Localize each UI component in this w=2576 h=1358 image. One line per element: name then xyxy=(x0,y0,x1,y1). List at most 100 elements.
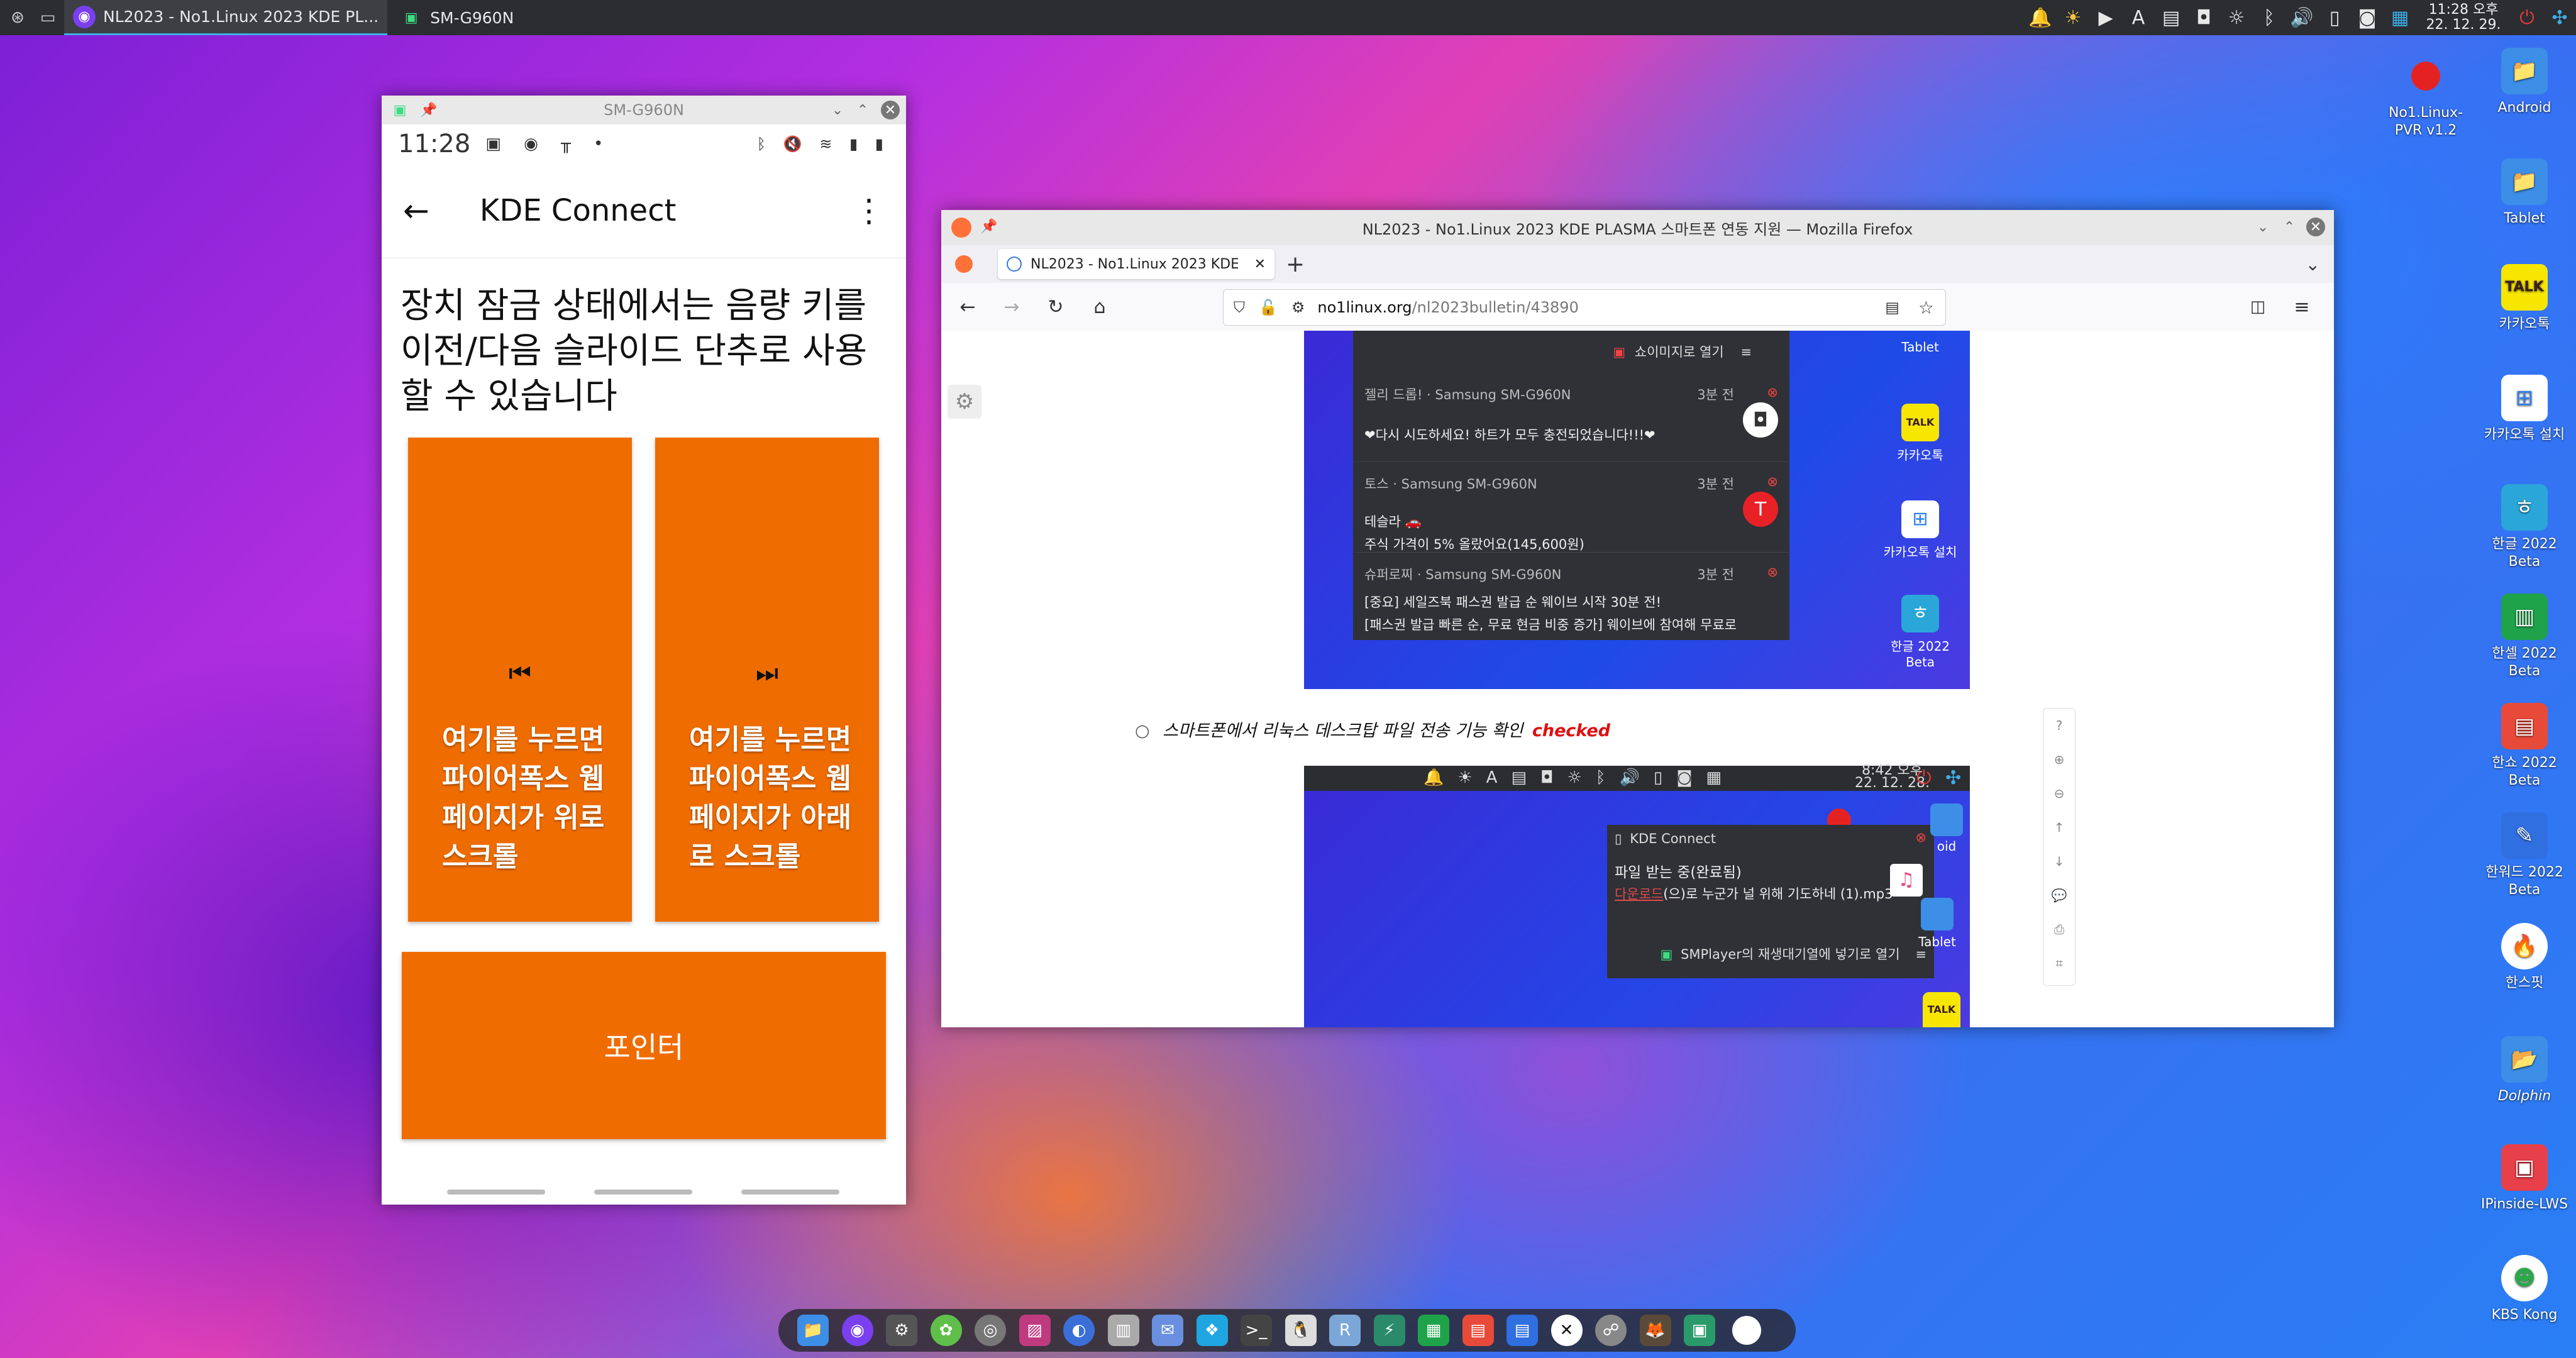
power-icon[interactable]: ⏻ xyxy=(2511,0,2543,35)
task-firefox[interactable]: ◉ NL2023 - No1.Linux 2023 KDE PL... xyxy=(64,0,388,35)
tracking-shield-icon[interactable]: ⛉ xyxy=(1234,299,1245,316)
desktop-icon-tablet[interactable]: 📁 Tablet xyxy=(2477,158,2572,228)
desktop-icon-hanword[interactable]: ✎ 한워드 2022 Beta xyxy=(2477,812,2572,899)
close-icon[interactable]: ⊗ xyxy=(1767,565,1778,580)
media-player-icon[interactable]: ▶ xyxy=(2089,0,2122,35)
notification-bell-icon[interactable]: 🔔 xyxy=(2024,0,2057,35)
pin-icon[interactable]: 📌 xyxy=(419,101,438,119)
notification-action[interactable]: ▣ 쇼이미지로 열기 ≡ xyxy=(1364,342,1752,361)
android-mirror-icon[interactable]: ▣ xyxy=(1684,1315,1715,1346)
pocket-icon[interactable]: ◫ xyxy=(2245,294,2270,319)
help-icon[interactable]: ? xyxy=(2043,709,2075,742)
scroll-down-icon[interactable]: ↓ xyxy=(2043,844,2075,878)
desktop-icon-android[interactable]: 📁 Android xyxy=(2477,48,2572,117)
url-bar[interactable]: ⛉ 🔓 ⚙ no1linux.org /nl2023bulletin/43890… xyxy=(1223,289,1946,326)
forward-button[interactable]: → xyxy=(999,294,1024,319)
desktop-icon-kakaotalk-install[interactable]: ⊞ 카카오톡 설치 xyxy=(2477,375,2572,444)
desktop-icon-pvr[interactable]: No1.Linux-PVR v1.2 xyxy=(2379,53,2473,140)
insecure-lock-icon[interactable]: 🔓 xyxy=(1259,299,1278,316)
scroll-up-icon[interactable]: ↑ xyxy=(2043,810,2075,844)
x-app-icon[interactable]: ✕ xyxy=(1551,1315,1583,1346)
phone-icon[interactable]: ▯ xyxy=(2318,0,2351,35)
zoom-out-icon[interactable]: ⊖ xyxy=(2043,776,2075,810)
r-language-icon[interactable]: R xyxy=(1329,1315,1361,1346)
tab-nl2023[interactable]: NL2023 - No1.Linux 2023 KDE PL ✕ xyxy=(998,249,1274,279)
next-slide-button[interactable]: ⏭ 여기를 누르면 파이어폭스 웹 페이지가 아래로 스크롤 xyxy=(655,438,879,922)
menu-icon[interactable]: ≡ xyxy=(2289,294,2314,319)
document-icon[interactable]: ▤ xyxy=(1506,1315,1538,1346)
mail-icon[interactable]: ✉ xyxy=(1152,1315,1183,1346)
volume-icon[interactable]: 🔊 xyxy=(2286,0,2318,35)
nav-home[interactable] xyxy=(594,1190,692,1195)
pin-icon[interactable]: 📌 xyxy=(980,219,997,235)
back-button[interactable]: ← xyxy=(955,294,980,319)
network-icon[interactable]: ▦ xyxy=(2384,0,2416,35)
spreadsheet-icon[interactable]: ▦ xyxy=(1418,1315,1449,1346)
software-center-icon[interactable]: ✿ xyxy=(930,1315,962,1346)
settings-icon[interactable]: ⚙ xyxy=(886,1315,917,1346)
close-icon[interactable]: ⊗ xyxy=(1767,385,1778,400)
desktop-icon-hancell[interactable]: ▥ 한셀 2022 Beta xyxy=(2477,593,2572,680)
firefox-view-icon[interactable] xyxy=(955,255,973,273)
close-button[interactable]: ✕ xyxy=(881,101,900,119)
desktop-icon-kakaotalk[interactable]: TALK 카카오톡 xyxy=(2477,264,2572,333)
desktop-icon-hangul[interactable]: ㅎ 한글 2022 Beta xyxy=(2477,484,2572,571)
permissions-icon[interactable]: ⚙ xyxy=(1291,299,1305,316)
reload-button[interactable]: ↻ xyxy=(1043,294,1068,319)
terminal-icon[interactable]: >_ xyxy=(1241,1315,1272,1346)
window-titlebar[interactable]: ▣ 📌 SM-G960N ⌄ ⌃ ✕ xyxy=(382,96,906,124)
desktop-icon-kbs-kong[interactable]: ☻ KBS Kong xyxy=(2477,1255,2572,1324)
desktop-icon-ipinside[interactable]: ▣ IPinside-LWS xyxy=(2477,1144,2572,1213)
presentation-icon[interactable]: ▤ xyxy=(1462,1315,1494,1346)
nav-recents[interactable] xyxy=(447,1190,545,1195)
fox-icon[interactable]: 🦊 xyxy=(1639,1315,1671,1346)
new-tab-button[interactable]: + xyxy=(1286,251,1305,277)
reader-view-icon[interactable]: ▤ xyxy=(1885,299,1899,316)
linux-penguin-icon[interactable]: 🐧 xyxy=(1285,1315,1317,1346)
archive-icon[interactable]: ▥ xyxy=(1107,1315,1139,1346)
maximize-button[interactable]: ⌃ xyxy=(2280,218,2299,236)
kodi-icon[interactable]: ❖ xyxy=(1196,1315,1228,1346)
comment-icon[interactable]: 💬 xyxy=(2043,878,2075,912)
minimize-button[interactable]: ⌄ xyxy=(828,101,847,119)
list-all-tabs-icon[interactable]: ⌄ xyxy=(2306,254,2320,275)
notification-item[interactable]: 슈퍼로찌 · Samsung SM-G960N 3분 전 ⊗ [중요] 세일즈북… xyxy=(1364,565,1778,634)
app-launcher-icon[interactable]: ⊛ xyxy=(5,5,30,30)
weather-icon[interactable]: ☀ xyxy=(2057,0,2089,35)
nav-back[interactable] xyxy=(741,1190,839,1195)
bookmark-star-icon[interactable]: ☆ xyxy=(1918,297,1934,318)
task-phone[interactable]: ▣ SM-G960N xyxy=(391,0,522,35)
home-button[interactable]: ⌂ xyxy=(1087,294,1112,319)
network-app-icon[interactable]: ☍ xyxy=(1595,1315,1627,1346)
clipboard-icon[interactable]: ▤ xyxy=(2155,0,2187,35)
trash-icon[interactable] xyxy=(1732,1316,1761,1345)
zoom-in-icon[interactable]: ⊕ xyxy=(2043,742,2075,776)
activities-icon[interactable]: ✣ xyxy=(2543,0,2576,35)
bluetooth-icon[interactable]: ᛒ xyxy=(2253,0,2286,35)
close-icon[interactable]: ⊗ xyxy=(1767,474,1778,489)
minimize-button[interactable]: ⌄ xyxy=(2253,218,2272,236)
kde-connect-icon[interactable]: ◘ xyxy=(2187,0,2220,35)
print-icon[interactable]: ⎙ xyxy=(2043,912,2075,946)
maximize-button[interactable]: ⌃ xyxy=(853,101,872,119)
firefox-icon[interactable]: ◉ xyxy=(841,1315,873,1346)
kde-connect-dock-icon[interactable]: ⚡ xyxy=(1373,1315,1405,1346)
notification-item[interactable]: 젤리 드롭! · Samsung SM-G960N 3분 전 ⊗ ❤다시 시도하… xyxy=(1364,385,1778,444)
settings-gear-icon[interactable]: ⚙ xyxy=(948,385,981,419)
pointer-button[interactable]: 포인터 xyxy=(402,952,886,1139)
overflow-menu-icon[interactable]: ⋮ xyxy=(853,192,885,229)
clock[interactable]: 11:28 오후 22. 12. 29. xyxy=(2416,3,2511,33)
notification-item[interactable]: 토스 · Samsung SM-G960N 3분 전 ⊗ 테슬라 🚗 주식 가격… xyxy=(1364,474,1778,553)
tab-close-icon[interactable]: ✕ xyxy=(1254,257,1266,272)
brightness-icon[interactable]: ☼ xyxy=(2220,0,2253,35)
file-manager-icon[interactable]: 📁 xyxy=(797,1315,829,1346)
screenshot-tool-icon[interactable]: ◎ xyxy=(975,1315,1006,1346)
close-button[interactable]: ✕ xyxy=(2306,218,2325,236)
window-titlebar[interactable]: 📌 NL2023 - No1.Linux 2023 KDE PLASMA 스마트… xyxy=(941,210,2334,245)
image-viewer-icon[interactable]: ▨ xyxy=(1019,1315,1051,1346)
browser-icon[interactable]: ◐ xyxy=(1063,1315,1095,1346)
back-arrow-icon[interactable]: ← xyxy=(403,192,429,229)
desktop-icon-hanshow[interactable]: ▤ 한쇼 2022 Beta xyxy=(2477,703,2572,790)
updates-icon[interactable]: ◙ xyxy=(2351,0,2384,35)
input-method-icon[interactable]: A xyxy=(2122,0,2155,35)
